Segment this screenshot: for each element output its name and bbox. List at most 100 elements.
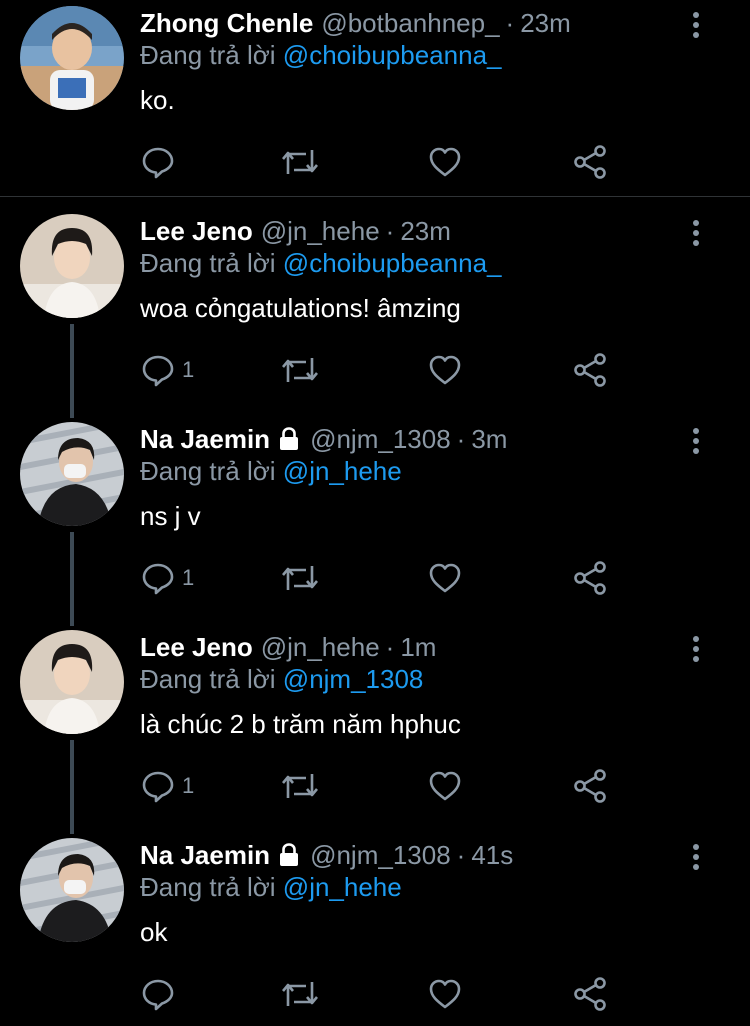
separator-dot: · (385, 215, 395, 246)
heart-icon (429, 355, 461, 385)
retweet-button[interactable] (280, 974, 320, 1014)
reply-icon (142, 355, 174, 387)
retweet-icon (282, 150, 318, 174)
more-vertical-icon[interactable] (684, 426, 708, 456)
reply-mention[interactable]: @njm_1308 (283, 664, 424, 694)
reply-context: Đang trả lời @jn_hehe (140, 456, 402, 487)
reply-button[interactable]: 1 (140, 350, 194, 390)
reply-button[interactable]: 1 (140, 558, 194, 598)
tweet-text: ko. (140, 85, 175, 115)
author-handle[interactable]: @jn_hehe (261, 216, 380, 247)
reply-prefix: Đang trả lời (140, 456, 276, 486)
separator-dot: · (456, 839, 466, 870)
reply-button[interactable] (140, 142, 182, 182)
share-icon (574, 977, 606, 1011)
share-button[interactable] (572, 350, 608, 390)
separator-dot: · (456, 423, 466, 454)
tweet[interactable]: Na Jaemin @njm_1308 · 41s Đang trả lời @… (0, 838, 750, 1026)
share-icon (574, 561, 606, 595)
heart-icon (429, 979, 461, 1009)
timestamp[interactable]: 1m (400, 632, 436, 663)
avatar[interactable] (20, 422, 124, 526)
like-button[interactable] (427, 766, 463, 806)
timestamp[interactable]: 41s (471, 840, 513, 871)
retweet-button[interactable] (280, 766, 320, 806)
reply-button[interactable] (140, 974, 182, 1014)
lock-icon (280, 427, 299, 450)
reply-mention[interactable]: @choibupbeanna_ (283, 40, 502, 70)
author-handle[interactable]: @botbanhnep_ (321, 8, 499, 39)
reply-count: 1 (182, 357, 195, 382)
share-button[interactable] (572, 766, 608, 806)
retweet-icon (282, 982, 318, 1006)
like-button[interactable] (427, 350, 463, 390)
tweet-divider (0, 196, 750, 197)
heart-icon (429, 771, 461, 801)
retweet-button[interactable] (280, 558, 320, 598)
reply-mention[interactable]: @jn_hehe (283, 872, 402, 902)
tweet-text: là chúc 2 b trăm năm hphuc (140, 709, 461, 739)
reply-prefix: Đang trả lời (140, 248, 276, 278)
reply-context: Đang trả lời @choibupbeanna_ (140, 40, 502, 71)
avatar[interactable] (20, 6, 124, 110)
more-vertical-icon[interactable] (684, 218, 708, 248)
author-handle[interactable]: @njm_1308 (310, 840, 451, 871)
retweet-icon (282, 774, 318, 798)
reply-context: Đang trả lời @jn_hehe (140, 872, 402, 903)
reply-icon (142, 979, 174, 1011)
timestamp[interactable]: 23m (520, 8, 571, 39)
retweet-button[interactable] (280, 350, 320, 390)
tweet[interactable]: Lee Jeno @jn_hehe · 23m Đang trả lời @ch… (0, 214, 750, 404)
reply-icon (142, 563, 174, 595)
reply-count: 1 (182, 773, 195, 798)
author-name[interactable]: Lee Jeno (140, 632, 253, 663)
more-vertical-icon[interactable] (684, 10, 708, 40)
share-icon (574, 145, 606, 179)
timestamp[interactable]: 23m (400, 216, 451, 247)
reply-icon (142, 147, 174, 179)
heart-icon (429, 147, 461, 177)
author-name[interactable]: Na Jaemin (140, 840, 270, 871)
author-name[interactable]: Zhong Chenle (140, 8, 313, 39)
author-handle[interactable]: @njm_1308 (310, 424, 451, 455)
author-name[interactable]: Na Jaemin (140, 424, 270, 455)
reply-context: Đang trả lời @njm_1308 (140, 664, 423, 695)
share-button[interactable] (572, 974, 608, 1014)
like-button[interactable] (427, 142, 463, 182)
more-vertical-icon[interactable] (684, 842, 708, 872)
like-button[interactable] (427, 558, 463, 598)
reply-context: Đang trả lời @choibupbeanna_ (140, 248, 502, 279)
tweet[interactable]: Lee Jeno @jn_hehe · 1m Đang trả lời @njm… (0, 630, 750, 820)
tweet[interactable]: Zhong Chenle @botbanhnep_ · 23m Đang trả… (0, 6, 750, 196)
separator-dot: · (385, 631, 395, 662)
reply-mention[interactable]: @jn_hehe (283, 456, 402, 486)
tweet-text: woa cỏngatulations! âmzing (140, 293, 461, 323)
like-button[interactable] (427, 974, 463, 1014)
reply-icon (142, 771, 174, 803)
avatar[interactable] (20, 214, 124, 318)
share-button[interactable] (572, 142, 608, 182)
author-name[interactable]: Lee Jeno (140, 216, 253, 247)
avatar[interactable] (20, 630, 124, 734)
retweet-button[interactable] (280, 142, 320, 182)
heart-icon (429, 563, 461, 593)
retweet-icon (282, 566, 318, 590)
reply-mention[interactable]: @choibupbeanna_ (283, 248, 502, 278)
tweet-text: ok (140, 917, 168, 947)
timestamp[interactable]: 3m (471, 424, 507, 455)
reply-prefix: Đang trả lời (140, 664, 276, 694)
retweet-icon (282, 358, 318, 382)
lock-icon (280, 843, 299, 866)
more-vertical-icon[interactable] (684, 634, 708, 664)
tweet[interactable]: Na Jaemin @njm_1308 · 3m Đang trả lời @j… (0, 422, 750, 612)
reply-prefix: Đang trả lời (140, 872, 276, 902)
separator-dot: · (505, 7, 515, 38)
share-icon (574, 353, 606, 387)
share-icon (574, 769, 606, 803)
author-handle[interactable]: @jn_hehe (261, 632, 380, 663)
tweet-text: ns j v (140, 501, 201, 531)
reply-count: 1 (182, 565, 195, 590)
reply-button[interactable]: 1 (140, 766, 194, 806)
avatar[interactable] (20, 838, 124, 942)
share-button[interactable] (572, 558, 608, 598)
